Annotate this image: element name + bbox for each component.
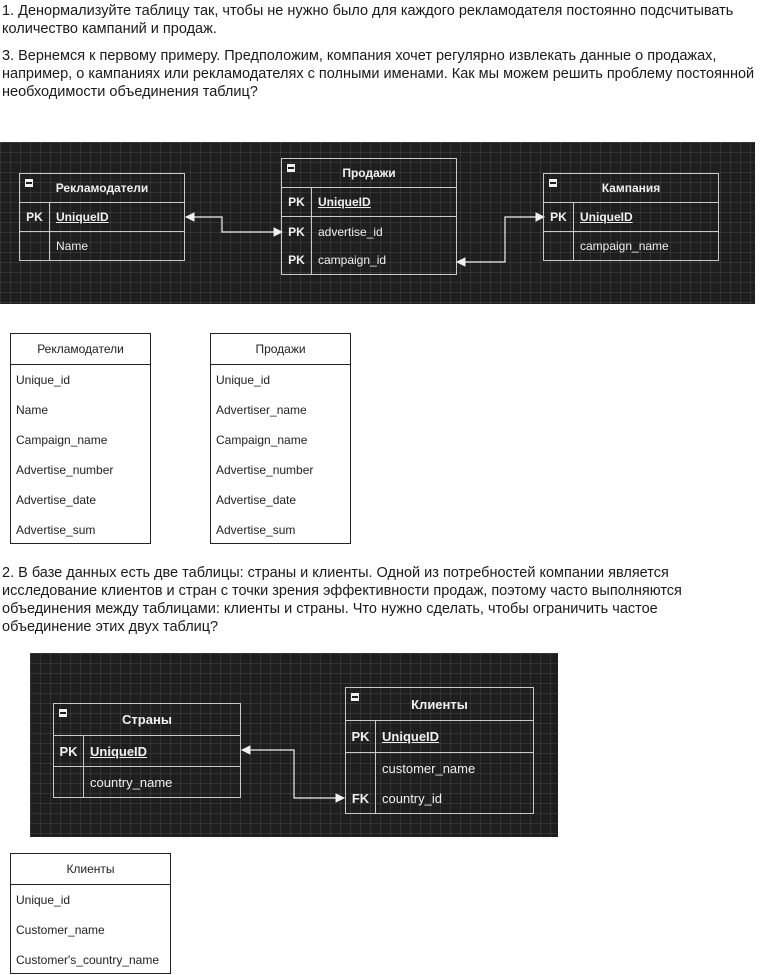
field-name: country_name [90,774,173,790]
table-field: Advertise_sum [16,523,96,537]
field-name: Name [56,239,89,253]
collapse-icon[interactable] [549,179,557,187]
table-field: Name [16,403,49,417]
field-name: UniqueID [318,195,371,209]
key-label [20,232,50,260]
field-name: UniqueID [90,743,148,759]
table-field: Advertise_number [16,463,114,477]
question-1-text: 1. Денормализуйте таблицу так, чтобы не … [2,3,734,37]
field-name: customer_name [382,761,476,776]
field-name: UniqueID [56,210,109,224]
key-label: PK [282,188,312,216]
entity-title: Кампания [601,181,661,195]
key-label: PK [20,203,50,231]
field-name: campaign_name [580,239,669,253]
question-3-text: 3. Вернемся к первому примеру. Предполож… [2,48,755,100]
entity-sales[interactable]: Продажи PK UniqueID PK advertise_id PK camp… [281,158,457,275]
key-label: PK [282,246,312,274]
collapse-icon[interactable] [287,164,295,172]
table-field: Advertise_sum [216,523,296,537]
table-header: Клиенты [11,854,170,885]
table-field: Unique_id [16,373,71,387]
table-field: Advertise_date [216,493,297,507]
connector-sales-campaign [461,216,540,263]
key-label: PK [54,736,84,766]
key-label: FK [346,784,376,813]
er-diagram-advertising: Рекламодатели PK UniqueID Name Продажи PK… [0,142,755,304]
table-advertisers-denormalized: Рекламодатели Unique_id Name Campaign_na… [10,333,151,544]
entity-title: Страны [122,712,172,727]
entity-title: Клиенты [411,696,468,712]
table-field: Unique_id [16,893,71,907]
collapse-icon[interactable] [351,693,359,701]
table-field: Advertiser_name [216,403,307,417]
er-diagram-clients: Страны PK UniqueID country_name Клиенты P… [30,653,558,837]
question-2-text: 2. В базе данных есть две таблицы: стран… [2,565,682,635]
table-clients-denormalized: Клиенты Unique_id Customer_name Customer… [10,853,171,974]
field-name: UniqueID [580,210,633,224]
key-label: PK [346,721,376,752]
table-field: Advertise_date [16,493,97,507]
arrow-head [455,257,466,267]
table-header: Рекламодатели [11,334,150,365]
entity-campaign[interactable]: Кампания PK UniqueID campaign_name [543,173,719,261]
entity-clients[interactable]: Клиенты PK UniqueID customer_name FK count… [345,687,534,814]
entity-countries[interactable]: Страны PK UniqueID country_name [53,703,241,798]
table-field: Campaign_name [216,433,308,447]
field-name: country_id [382,791,442,806]
key-label: PK [282,217,312,246]
entity-advertisers[interactable]: Рекламодатели PK UniqueID Name [19,173,185,261]
table-field: Advertise_number [216,463,314,477]
key-label [346,753,376,784]
table-field: Customer_name [16,923,105,937]
table-header: Продажи [211,334,350,365]
connector-countries-clients [246,749,340,799]
field-name: advertise_id [318,224,383,239]
key-label: PK [544,203,574,231]
entity-title: Рекламодатели [55,181,149,195]
table-field: Unique_id [216,373,271,387]
field-name: UniqueID [382,729,440,744]
table-field: Campaign_name [16,433,108,447]
arrow-head [184,212,195,222]
key-label [54,767,84,797]
table-field: Customer's_country_name [16,953,160,967]
connector-advertiser-sales [190,216,278,233]
arrow-head [240,745,251,755]
collapse-icon[interactable] [59,709,67,717]
field-name: campaign_id [318,253,387,267]
table-sales-denormalized: Продажи Unique_id Advertiser_name Campai… [210,333,351,544]
collapse-icon[interactable] [25,179,33,187]
arrow-head [335,793,346,803]
entity-title: Продажи [342,166,396,180]
key-label [544,232,574,260]
